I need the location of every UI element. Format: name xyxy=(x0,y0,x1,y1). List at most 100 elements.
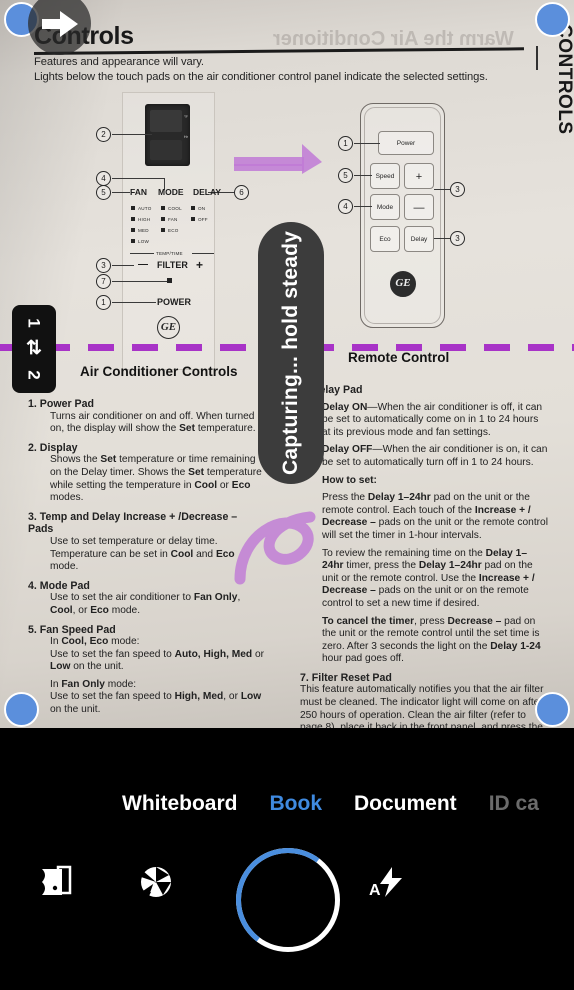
remote-lead-1 xyxy=(354,143,380,144)
mode-tab-id-card[interactable]: ID ca xyxy=(489,792,539,816)
auto-aperture-icon[interactable]: A xyxy=(137,863,175,906)
page-order-number-1: 1 xyxy=(25,318,44,328)
item-num-1: 1. xyxy=(28,398,37,410)
fan-light-high: HIGH xyxy=(138,217,151,222)
filter-label: FILTER xyxy=(157,260,188,270)
item-heading-filter-reset: Filter Reset Pad xyxy=(311,671,392,684)
item-heading-temp-delay: Temp and Delay Increase + /Decrease – Pa… xyxy=(28,510,238,536)
remote-callout-4: 4 xyxy=(338,199,353,214)
callout-6: 6 xyxy=(234,185,249,200)
crop-handle-bottom-right[interactable] xyxy=(535,692,570,727)
callout-7: 7 xyxy=(96,274,111,289)
remote-button-power: Power xyxy=(378,131,434,155)
lead-4 xyxy=(112,178,164,179)
annotation-arrow-top xyxy=(234,144,322,174)
temp-time-rule-left xyxy=(130,253,154,254)
item-body-fan-speed-cool: In Cool, Eco mode: Use to set the fan spe… xyxy=(50,636,265,673)
item-body-mode-pad: Use to set the air conditioner to Fan On… xyxy=(50,592,241,616)
mode-tab-document[interactable]: Document xyxy=(354,792,457,816)
item-num-7: 7. xyxy=(300,671,309,684)
group-label-fan: FAN xyxy=(130,187,147,197)
multi-page-batch-icon[interactable] xyxy=(38,863,74,904)
intro-line-2: Lights below the touch pads on the air c… xyxy=(34,71,488,83)
remote-callout-5: 5 xyxy=(338,168,353,183)
item-heading-display: Display xyxy=(39,441,78,454)
page-order-badge[interactable]: 1 ⇅ 2 xyxy=(12,305,56,393)
camera-viewfinder[interactable]: Warm the Air Conditioner Controls Featur… xyxy=(0,0,574,728)
indicator-dot xyxy=(131,206,135,210)
capturing-status-text: Capturing... hold steady xyxy=(279,231,302,475)
lead-2 xyxy=(112,134,152,135)
delay-para-howto: How to set: xyxy=(322,474,377,486)
item-heading-mode-pad: Mode Pad xyxy=(39,579,90,592)
indicator-dot xyxy=(131,217,135,221)
indicator-dot xyxy=(161,228,165,232)
left-text-column: 1. Power Pad Turns air conditioner on an… xyxy=(28,398,264,717)
mode-tab-book[interactable]: Book xyxy=(270,792,323,816)
lead-7 xyxy=(112,281,167,282)
item-body-fan-speed-fanonly: In Fan Only mode: Use to set the fan spee… xyxy=(50,678,262,716)
plus-pad-label: + xyxy=(196,258,204,272)
indicator-dot xyxy=(131,228,135,232)
remote-lead-3b xyxy=(434,238,450,239)
remote-callout-1: 1 xyxy=(338,136,353,151)
right-arrow-icon xyxy=(41,10,78,37)
temp-time-label: TEMP/TIME xyxy=(156,251,183,256)
fan-light-low: LOW xyxy=(138,239,150,244)
display-tick-hr: Hr xyxy=(183,134,188,139)
remote-button-speed: Speed xyxy=(370,163,400,189)
item-heading-fan-speed: Fan Speed Pad xyxy=(39,623,116,636)
crop-handle-bottom-left[interactable] xyxy=(4,692,39,727)
remote-button-eco: Eco xyxy=(370,226,400,252)
remote-lead-3a xyxy=(434,189,450,190)
item-num-2: 2. xyxy=(28,441,37,454)
remote-button-plus: + xyxy=(404,163,434,189)
side-tab-rule xyxy=(536,46,538,70)
filter-reset-dot xyxy=(167,278,172,283)
callout-3: 3 xyxy=(96,258,111,273)
delay-para-press: Press the Delay 1–24hr pad on the unit o… xyxy=(322,492,548,541)
remote-lead-4 xyxy=(354,206,372,207)
group-label-mode: MODE xyxy=(158,187,184,197)
remote-lead-5 xyxy=(354,175,372,176)
item-heading-power-pad: Power Pad xyxy=(39,398,94,410)
remote-button-mode: Mode xyxy=(370,194,400,220)
mode-tab-whiteboard[interactable]: Whiteboard xyxy=(122,792,238,816)
item-body-display: Shows the Set temperature or time remain… xyxy=(50,454,262,504)
temp-time-rule-right xyxy=(192,253,214,254)
fan-light-auto: AUTO xyxy=(138,206,152,211)
caption-panel: Air Conditioner Controls xyxy=(80,364,238,379)
delay-para-on: Delay ON—When the air conditioner is off… xyxy=(322,401,543,438)
lead-1 xyxy=(112,302,156,303)
remote-callout-3b: 3 xyxy=(450,231,465,246)
ge-brand-logo-panel: GE xyxy=(157,316,180,339)
svg-text:A: A xyxy=(150,880,160,895)
up-down-arrows-icon: ⇅ xyxy=(26,338,42,360)
remote-button-delay: Delay xyxy=(404,226,434,252)
annotation-swoosh xyxy=(234,511,316,585)
caption-remote: Remote Control xyxy=(348,350,450,365)
flash-auto-icon[interactable]: A xyxy=(368,866,412,903)
power-label: POWER xyxy=(157,297,192,307)
minus-pad-label: — xyxy=(138,259,148,270)
delay-para-cancel: To cancel the timer, press Decrease – pa… xyxy=(322,615,541,665)
lead-5 xyxy=(112,192,130,193)
filter-reset-body: This feature automatically notifies you … xyxy=(300,684,544,728)
side-tab-label: CONTROLS xyxy=(554,24,574,135)
mode-light-cool: COOL xyxy=(168,206,182,211)
scanner-app-root: Warm the Air Conditioner Controls Featur… xyxy=(0,0,574,990)
capture-mode-tabs[interactable]: Whiteboard Book Document ID ca xyxy=(0,784,574,824)
indicator-dot xyxy=(131,239,135,243)
shutter-button[interactable] xyxy=(229,841,347,959)
ge-brand-logo-remote: GE xyxy=(390,271,416,297)
capturing-status-overlay: Capturing... hold steady xyxy=(258,222,324,484)
display-tick-f: °F xyxy=(183,114,188,119)
indicator-dot xyxy=(161,206,165,210)
item-num-5: 5. xyxy=(28,623,37,636)
remote-button-minus: — xyxy=(404,194,434,220)
lead-3 xyxy=(112,265,134,266)
delay-para-off: Delay OFF—When the air conditioner is on… xyxy=(322,444,548,468)
display-unit-graphic: °F Hr xyxy=(145,104,190,166)
crop-handle-top-right[interactable] xyxy=(535,2,570,37)
indicator-dot xyxy=(161,217,165,221)
